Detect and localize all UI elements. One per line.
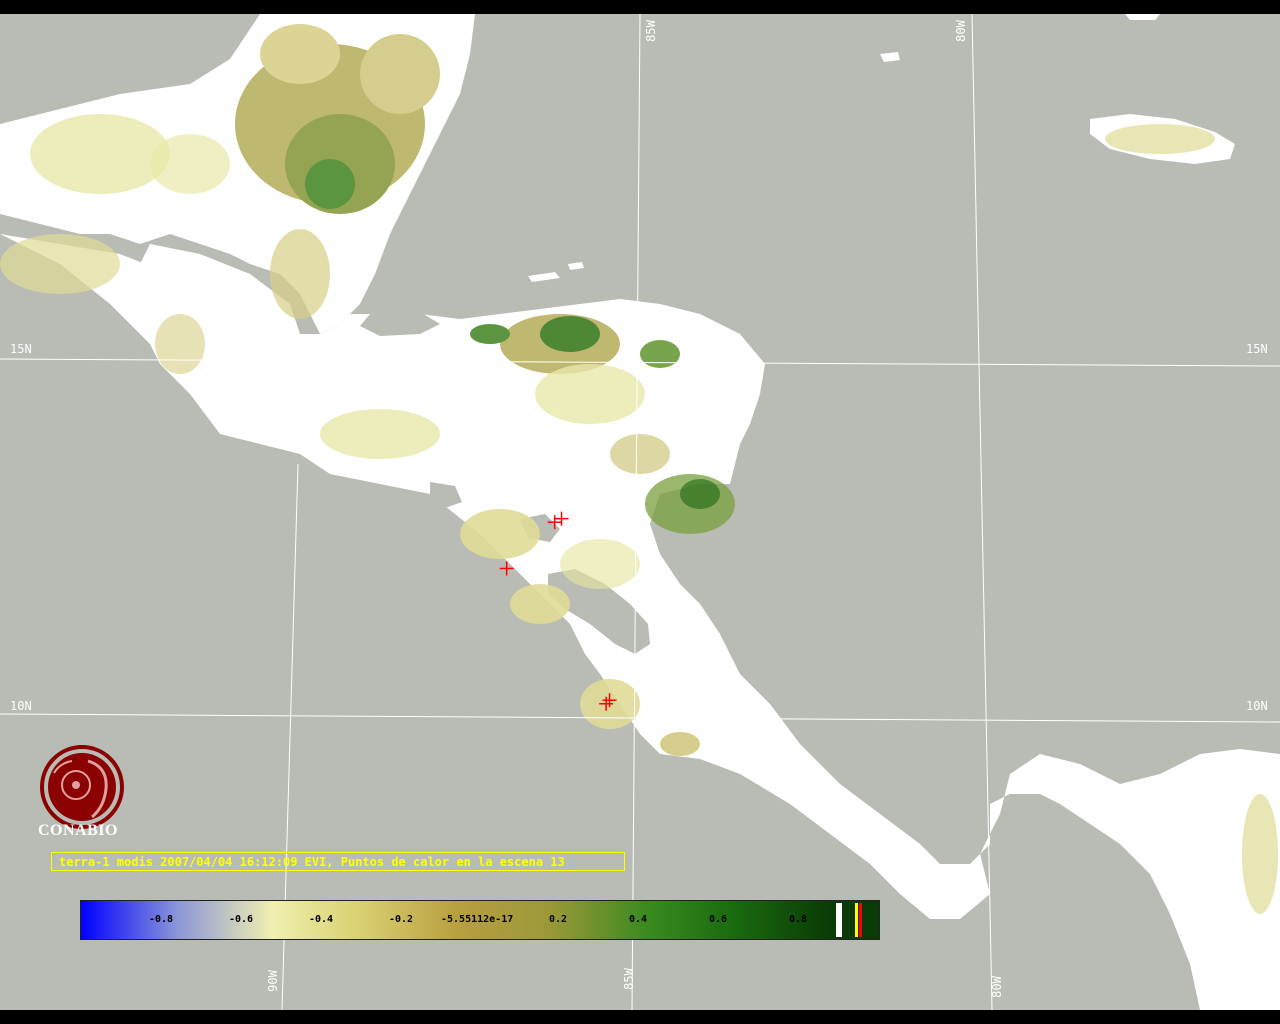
colorbar-tick-label: 0.6 [709,914,728,925]
label-lat-15n-left: 15N [10,342,32,356]
label-lon-bottom-85w: 85W [621,968,636,990]
colorbar-tick-label: -0.8 [149,914,174,925]
label-lat-15n-right: 15N [1246,342,1268,356]
label-lon-top-80w: 80W [953,20,968,42]
label-lon-top-85w: 85W [643,20,658,42]
evi-colorbar: -0.8 -0.6 -0.4 -0.2 -5.55112e-17 0.2 0.4 0.6 0.8 [80,900,880,940]
colorbar-tick-label: -5.55112e-17 [441,914,514,925]
label-lat-10n-left: 10N [10,699,32,713]
scene-caption: terra-1 modis 2007/04/04 16:12:09 EVI, P… [51,852,625,871]
colorbar-tick-label: -0.6 [229,914,254,925]
colorbar-white-band [836,903,842,937]
label-lon-bottom-80w: 80W [989,976,1004,998]
colorbar-yellow-band [855,903,858,937]
island-top-right [1125,14,1160,20]
label-lat-10n-right: 10N [1246,699,1268,713]
colorbar-tick-label: 0.8 [789,914,808,925]
label-lon-bottom-90w: 90W [265,970,280,992]
colorbar-tick-label: 0.4 [629,914,648,925]
logo-text: CONABIO [38,822,118,839]
colorbar-red-band [859,903,862,937]
map-viewport: 85W 80W 15N 15N 10N 10N 90W 85W 80W CONA… [0,14,1280,1010]
colorbar-tick-label: -0.4 [309,914,334,925]
colorbar-tick-label: -0.2 [389,914,414,925]
colorbar-tick-label: 0.2 [549,914,568,925]
